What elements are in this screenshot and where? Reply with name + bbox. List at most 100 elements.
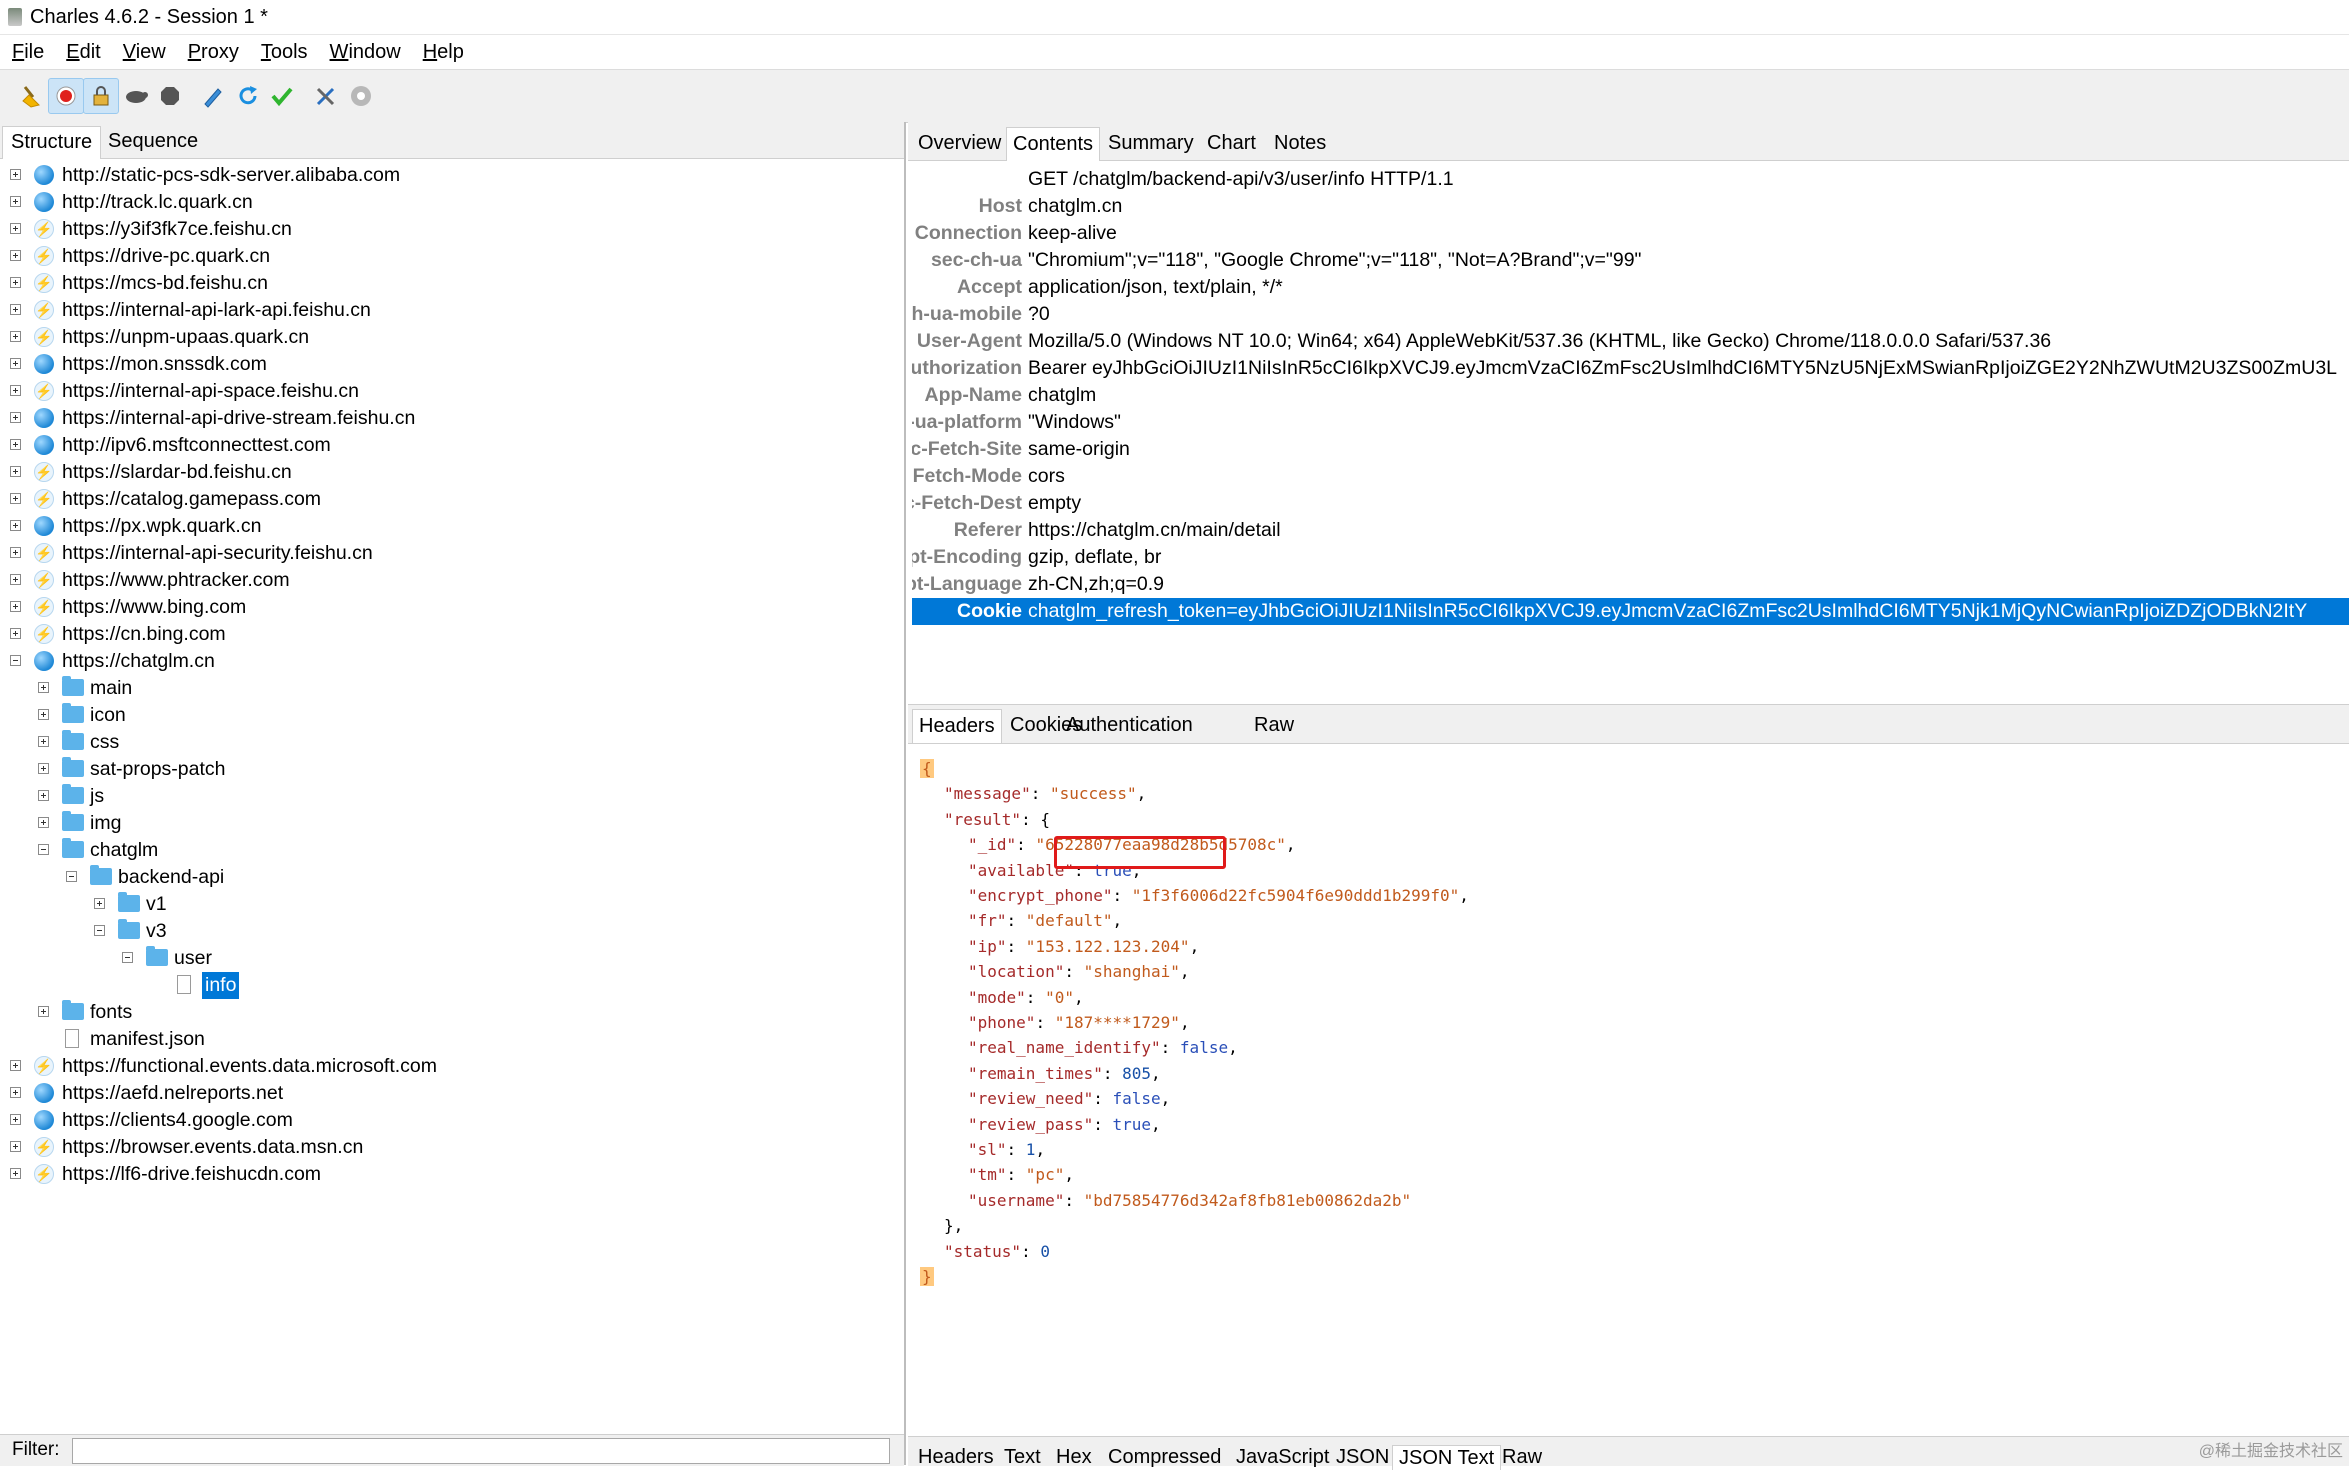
expand-icon[interactable]: [10, 1114, 21, 1125]
validate-icon[interactable]: [264, 78, 300, 114]
tree-row[interactable]: http://track.lc.quark.cn: [0, 189, 904, 216]
expand-icon[interactable]: [10, 1168, 21, 1179]
record-icon[interactable]: [48, 78, 84, 114]
menu-proxy[interactable]: Proxy: [176, 41, 249, 64]
tree-row[interactable]: manifest.json: [0, 1026, 904, 1053]
expand-icon[interactable]: [10, 196, 21, 207]
tree-row[interactable]: ⚡ https://lf6-drive.feishucdn.com: [0, 1161, 904, 1188]
expand-icon[interactable]: [10, 304, 21, 315]
tree-row[interactable]: ⚡ https://internal-api-lark-api.feishu.cn: [0, 297, 904, 324]
menu-tools[interactable]: Tools: [249, 41, 318, 64]
tree-row[interactable]: v1: [0, 891, 904, 918]
header-row[interactable]: Sec-Fetch-Site same-origin: [912, 436, 2349, 463]
header-row[interactable]: Accept-Encoding gzip, deflate, br: [912, 544, 2349, 571]
menu-file[interactable]: File: [0, 41, 54, 64]
header-row[interactable]: Host chatglm.cn: [912, 193, 2349, 220]
collapse-icon[interactable]: [66, 871, 77, 882]
expand-icon[interactable]: [38, 817, 49, 828]
header-row[interactable]: Authorization Bearer eyJhbGciOiJIUzI1NiIs…: [912, 355, 2349, 382]
tab-overview[interactable]: Overview: [912, 127, 1007, 160]
expand-icon[interactable]: [10, 601, 21, 612]
tree-row[interactable]: sat-props-patch: [0, 756, 904, 783]
expand-icon[interactable]: [10, 574, 21, 585]
collapse-icon[interactable]: [38, 844, 49, 855]
collapse-icon[interactable]: [94, 925, 105, 936]
header-row[interactable]: Accept-Language zh-CN,zh;q=0.9: [912, 571, 2349, 598]
tree-row[interactable]: https://aefd.nelreports.net: [0, 1080, 904, 1107]
header-row[interactable]: Connection keep-alive: [912, 220, 2349, 247]
tree-row[interactable]: ⚡ https://browser.events.data.msn.cn: [0, 1134, 904, 1161]
header-row[interactable]: Referer https://chatglm.cn/main/detail: [912, 517, 2349, 544]
tab-response-hex[interactable]: Hex: [1050, 1445, 1098, 1469]
header-row[interactable]: Sec-Fetch-Mode cors: [912, 463, 2349, 490]
tree-row[interactable]: http://ipv6.msftconnecttest.com: [0, 432, 904, 459]
expand-icon[interactable]: [10, 493, 21, 504]
expand-icon[interactable]: [10, 547, 21, 558]
repeat-icon[interactable]: [230, 78, 266, 114]
header-row[interactable]: sec-ch-ua-mobile ?0: [912, 301, 2349, 328]
tab-response-text[interactable]: Text: [998, 1445, 1047, 1469]
tree-row[interactable]: ⚡ https://unpm-upaas.quark.cn: [0, 324, 904, 351]
expand-icon[interactable]: [10, 169, 21, 180]
expand-icon[interactable]: [38, 790, 49, 801]
tree-row[interactable]: ⚡ https://mcs-bd.feishu.cn: [0, 270, 904, 297]
header-row[interactable]: Cookie chatglm_refresh_token=eyJhbGciOiJI…: [912, 598, 2349, 625]
tab-structure[interactable]: Structure: [2, 126, 102, 159]
header-row[interactable]: App-Name chatglm: [912, 382, 2349, 409]
expand-icon[interactable]: [38, 682, 49, 693]
request-line-row[interactable]: GET /chatglm/backend-api/v3/user/info HT…: [912, 166, 2349, 193]
expand-icon[interactable]: [10, 223, 21, 234]
tree-row[interactable]: img: [0, 810, 904, 837]
tree-row[interactable]: ⚡ https://y3if3fk7ce.feishu.cn: [0, 216, 904, 243]
tree-row[interactable]: v3: [0, 918, 904, 945]
expand-icon[interactable]: [10, 385, 21, 396]
tools-icon[interactable]: [308, 78, 344, 114]
expand-icon[interactable]: [10, 250, 21, 261]
expand-icon[interactable]: [10, 1141, 21, 1152]
tab-response-headers[interactable]: Headers: [912, 1445, 1000, 1469]
tree-row[interactable]: ⚡ https://slardar-bd.feishu.cn: [0, 459, 904, 486]
expand-icon[interactable]: [38, 736, 49, 747]
tree-row[interactable]: ⚡ https://internal-api-space.feishu.cn: [0, 378, 904, 405]
tree-row[interactable]: js: [0, 783, 904, 810]
compose-icon[interactable]: [195, 78, 231, 114]
tree-row[interactable]: https://clients4.google.com: [0, 1107, 904, 1134]
expand-icon[interactable]: [38, 709, 49, 720]
tab-request-raw[interactable]: Raw: [1248, 709, 1300, 742]
tab-notes[interactable]: Notes: [1268, 127, 1332, 160]
menu-window[interactable]: Window: [318, 41, 411, 64]
settings-icon[interactable]: [343, 78, 379, 114]
expand-icon[interactable]: [10, 358, 21, 369]
tab-sequence[interactable]: Sequence: [100, 126, 206, 158]
header-row[interactable]: Sec-Fetch-Dest empty: [912, 490, 2349, 517]
tree-row[interactable]: ⚡ https://drive-pc.quark.cn: [0, 243, 904, 270]
tab-contents[interactable]: Contents: [1006, 127, 1101, 161]
ssl-proxying-icon[interactable]: [83, 78, 119, 114]
tab-response-json-text[interactable]: JSON Text: [1392, 1445, 1502, 1470]
tree-row[interactable]: chatglm: [0, 837, 904, 864]
tree-row[interactable]: icon: [0, 702, 904, 729]
expand-icon[interactable]: [10, 1087, 21, 1098]
tab-response-compressed[interactable]: Compressed: [1102, 1445, 1227, 1469]
tree-row[interactable]: fonts: [0, 999, 904, 1026]
tree-row[interactable]: ⚡ https://functional.events.data.microsof…: [0, 1053, 904, 1080]
expand-icon[interactable]: [38, 763, 49, 774]
tab-request-headers[interactable]: Headers: [912, 709, 1002, 743]
expand-icon[interactable]: [10, 439, 21, 450]
header-row[interactable]: sec-ch-ua "Chromium";v="118", "Google Chr…: [912, 247, 2349, 274]
expand-icon[interactable]: [10, 466, 21, 477]
expand-icon[interactable]: [10, 412, 21, 423]
expand-icon[interactable]: [10, 520, 21, 531]
tab-request-authentication[interactable]: Authentication: [1060, 709, 1199, 742]
header-row[interactable]: sec-ch-ua-platform "Windows": [912, 409, 2349, 436]
tree-row[interactable]: user: [0, 945, 904, 972]
tree-row[interactable]: ⚡ https://catalog.gamepass.com: [0, 486, 904, 513]
tree-row[interactable]: ⚡ https://internal-api-security.feishu.cn: [0, 540, 904, 567]
collapse-icon[interactable]: [10, 655, 21, 666]
tree-row[interactable]: ⚡ https://cn.bing.com: [0, 621, 904, 648]
menu-view[interactable]: View: [111, 41, 176, 64]
collapse-icon[interactable]: [122, 952, 133, 963]
filter-input[interactable]: [72, 1438, 890, 1464]
tree-row[interactable]: main: [0, 675, 904, 702]
tab-response-json[interactable]: JSON: [1330, 1445, 1395, 1469]
